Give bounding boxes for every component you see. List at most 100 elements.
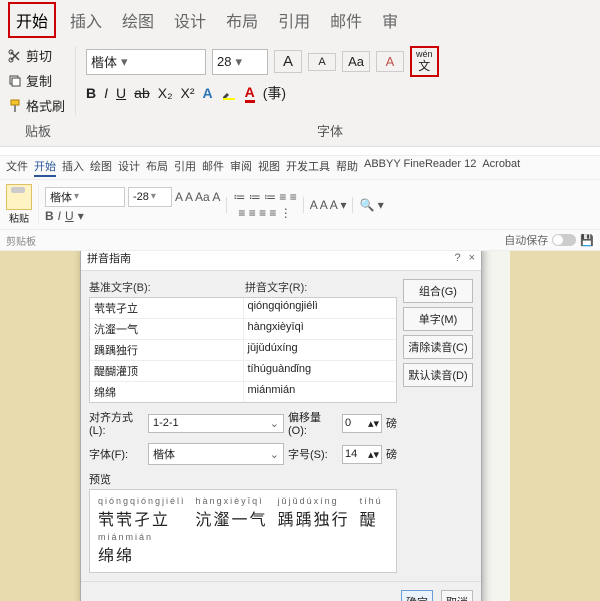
format-painter-button[interactable]: 格式刷 bbox=[8, 96, 65, 115]
subscript-button[interactable]: X₂ bbox=[158, 85, 173, 101]
tab-bar: 开始 插入 绘图 设计 布局 引用 邮件 审 bbox=[0, 0, 600, 40]
font-size-combo-2[interactable]: -28▾ bbox=[128, 187, 172, 207]
tab-mail-2[interactable]: 邮件 bbox=[202, 158, 224, 177]
underline-button[interactable]: U bbox=[116, 85, 126, 101]
font-name-combo-2[interactable]: 楷体▾ bbox=[45, 187, 125, 207]
fsize-spin[interactable]: 14▴▾ bbox=[342, 445, 382, 464]
clipboard-group-label: 贴板 bbox=[8, 121, 68, 140]
single-button[interactable]: 单字(M) bbox=[403, 307, 473, 331]
ruby-row[interactable]: 绵绵miánmián bbox=[90, 382, 396, 402]
tab-draw-2[interactable]: 绘图 bbox=[90, 158, 112, 177]
separator bbox=[303, 197, 304, 213]
tab-insert-2[interactable]: 插入 bbox=[62, 158, 84, 177]
copy-label: 复制 bbox=[26, 71, 52, 90]
font-row-2: B I U ab X₂ X² A A (事) bbox=[86, 83, 592, 103]
enclose-char-button[interactable]: (事) bbox=[263, 83, 286, 103]
italic-button-2[interactable]: I bbox=[58, 209, 61, 223]
cut-button[interactable]: 剪切 bbox=[8, 46, 65, 65]
ruby-row[interactable]: 醍醐灌顶tíhúguàndǐng bbox=[90, 361, 396, 382]
clear-format-button[interactable]: A bbox=[376, 51, 404, 72]
font-row-1: 楷体▾ 28▾ A A Aa A wén 文 bbox=[86, 46, 592, 77]
align-combo[interactable]: 1-2-1⌄ bbox=[148, 414, 284, 433]
ok-button[interactable]: 确定 bbox=[401, 590, 433, 601]
ruby-cell[interactable]: miánmián bbox=[244, 382, 397, 402]
tab-layout[interactable]: 布局 bbox=[220, 4, 264, 36]
base-cell[interactable]: 绵绵 bbox=[90, 382, 244, 402]
tab-design-2[interactable]: 设计 bbox=[118, 158, 140, 177]
tab-acrobat[interactable]: Acrobat bbox=[482, 158, 520, 177]
font-size-value: 28 bbox=[217, 54, 231, 69]
tab-home[interactable]: 开始 bbox=[8, 2, 56, 38]
chevron-down-icon: ▾ bbox=[121, 54, 128, 70]
preview-hanzi: 踽踽独行 bbox=[278, 506, 350, 530]
change-case-button[interactable]: Aa bbox=[342, 51, 370, 72]
tab-draw[interactable]: 绘图 bbox=[116, 4, 160, 36]
tab-help-2[interactable]: 帮助 bbox=[336, 158, 358, 177]
tab-insert[interactable]: 插入 bbox=[64, 4, 108, 36]
tab-design[interactable]: 设计 bbox=[168, 4, 212, 36]
highlight-button[interactable] bbox=[221, 85, 237, 101]
strike-button[interactable]: ab bbox=[134, 85, 150, 101]
font-group: 楷体▾ 28▾ A A Aa A wén 文 B I U ab X₂ bbox=[76, 46, 592, 103]
second-ribbon: 粘贴 楷体▾ -28▾ A A Aa A B I U ▾ ≔ ≔ ≔ ≡ ≡ ≡… bbox=[0, 180, 600, 230]
combine-button[interactable]: 组合(G) bbox=[403, 279, 473, 303]
tab-dev-2[interactable]: 开发工具 bbox=[286, 158, 330, 177]
ruby-cell[interactable]: qióngqióngjiélì bbox=[244, 298, 397, 318]
font-color-button[interactable]: A bbox=[245, 84, 255, 103]
second-window: 文件 开始 插入 绘图 设计 布局 引用 邮件 审阅 视图 开发工具 帮助 AB… bbox=[0, 155, 600, 601]
grow-font-button[interactable]: A bbox=[274, 50, 302, 73]
tab-mailings[interactable]: 邮件 bbox=[324, 4, 368, 36]
tab-review-2[interactable]: 审阅 bbox=[230, 158, 252, 177]
group-labels: 贴板 字体 bbox=[0, 119, 600, 146]
ruby-cell[interactable]: hàngxièyīqì bbox=[244, 319, 397, 339]
base-cell[interactable]: 踽踽独行 bbox=[90, 340, 244, 360]
font-group-label: 字体 bbox=[68, 121, 592, 140]
underline-button-2[interactable]: U bbox=[65, 209, 74, 223]
editing-group: 🔍 ▾ bbox=[359, 198, 383, 212]
tab-file[interactable]: 文件 bbox=[6, 158, 28, 177]
base-cell[interactable]: 茕茕孑立 bbox=[90, 298, 244, 318]
base-cell[interactable]: 沆瀣一气 bbox=[90, 319, 244, 339]
bold-button[interactable]: B bbox=[86, 85, 96, 101]
font-combo-dlg[interactable]: 楷体⌄ bbox=[148, 443, 284, 465]
font-name-combo[interactable]: 楷体▾ bbox=[86, 49, 206, 75]
tab-home-2[interactable]: 开始 bbox=[34, 158, 56, 177]
bold-button-2[interactable]: B bbox=[45, 209, 54, 223]
superscript-button[interactable]: X² bbox=[181, 85, 195, 101]
paste-button[interactable]: 粘贴 bbox=[6, 184, 39, 225]
save-icon[interactable]: 💾 bbox=[580, 234, 594, 247]
font-label: 字体(F): bbox=[89, 446, 144, 462]
ruby-row[interactable]: 踽踽独行jǔjǔdúxíng bbox=[90, 340, 396, 361]
tab-view-2[interactable]: 视图 bbox=[258, 158, 280, 177]
shrink-font-button[interactable]: A bbox=[308, 53, 336, 71]
close-button[interactable]: × bbox=[469, 252, 475, 264]
ruby-cell[interactable]: jǔjǔdúxíng bbox=[244, 340, 397, 360]
ruby-row[interactable]: 茕茕孑立qióngqióngjiélì bbox=[90, 298, 396, 319]
tab-review-cut[interactable]: 审 bbox=[376, 4, 404, 36]
font-size-combo[interactable]: 28▾ bbox=[212, 49, 268, 75]
copy-button[interactable]: 复制 bbox=[8, 71, 65, 90]
chevron-down-icon: ⌄ bbox=[270, 417, 279, 430]
italic-button[interactable]: I bbox=[104, 85, 108, 101]
clear-reading-button[interactable]: 清除读音(C) bbox=[403, 335, 473, 359]
help-button[interactable]: ? bbox=[454, 252, 460, 264]
fsize-unit: 磅 bbox=[386, 446, 397, 462]
cancel-button[interactable]: 取消 bbox=[441, 590, 473, 601]
phonetic-guide-button[interactable]: wén 文 bbox=[410, 46, 439, 77]
chevron-down-icon: ⌄ bbox=[270, 448, 279, 461]
autosave-toggle[interactable] bbox=[552, 234, 576, 246]
paste-label: 粘贴 bbox=[9, 210, 29, 225]
tab-abbyy[interactable]: ABBYY FineReader 12 bbox=[364, 158, 476, 177]
ruby-cell[interactable]: tíhúguàndǐng bbox=[244, 361, 397, 381]
offset-spin[interactable]: 0▴▾ bbox=[342, 414, 382, 433]
text-effects-button[interactable]: A bbox=[203, 85, 213, 101]
tab-ref-2[interactable]: 引用 bbox=[174, 158, 196, 177]
tab-layout-2[interactable]: 布局 bbox=[146, 158, 168, 177]
default-reading-button[interactable]: 默认读音(D) bbox=[403, 363, 473, 387]
scissors-icon bbox=[8, 49, 22, 63]
base-cell[interactable]: 醍醐灌顶 bbox=[90, 361, 244, 381]
ruby-row[interactable]: 沆瀣一气hàngxièyīqì bbox=[90, 319, 396, 340]
offset-value: 0 bbox=[345, 417, 351, 429]
more-font-2[interactable]: ▾ bbox=[78, 209, 84, 223]
tab-references[interactable]: 引用 bbox=[272, 4, 316, 36]
